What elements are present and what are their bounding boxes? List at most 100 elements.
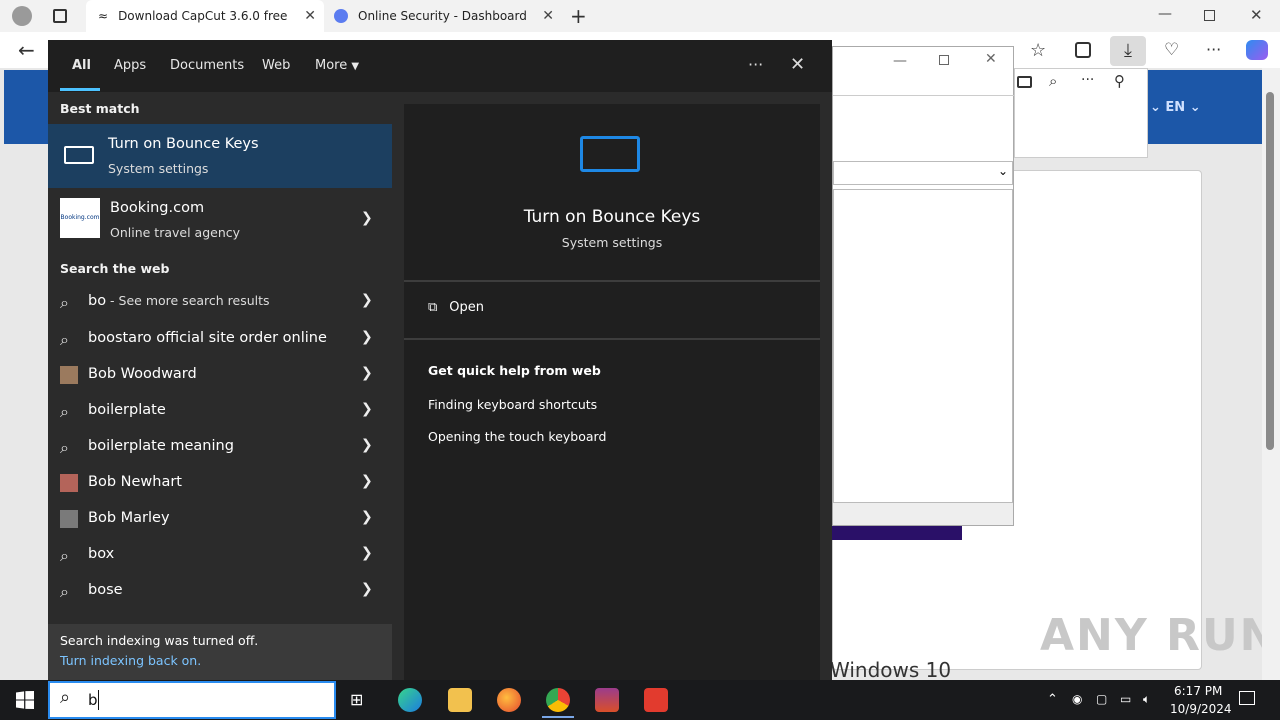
pin-icon[interactable]: ⚲ <box>1114 72 1125 90</box>
file-explorer-icon[interactable] <box>448 688 472 712</box>
chevron-right-icon[interactable]: ❯ <box>361 437 373 453</box>
web-result[interactable]: ⌕ boostaro official site order online ❯ <box>48 321 392 357</box>
winrar-icon[interactable] <box>595 688 619 712</box>
chevron-right-icon[interactable]: ❯ <box>361 473 373 489</box>
help-link[interactable]: Finding keyboard shortcuts <box>428 397 597 412</box>
result-text: boostaro official site order online <box>88 330 327 346</box>
text-area[interactable] <box>833 189 1013 503</box>
quick-help-header: Get quick help from web <box>428 363 601 378</box>
edge-icon[interactable] <box>398 688 422 712</box>
close-search-icon[interactable]: ✕ <box>790 54 805 75</box>
scrollbar-thumb[interactable] <box>1266 92 1274 450</box>
folder-icon[interactable] <box>1017 76 1032 88</box>
chevron-down-icon: ⌄ <box>997 164 1008 178</box>
close-tab-icon[interactable]: ✕ <box>304 8 316 24</box>
turn-on-indexing-link[interactable]: Turn indexing back on. <box>60 653 201 668</box>
chevron-right-icon[interactable]: ❯ <box>361 210 373 226</box>
help-link[interactable]: Opening the touch keyboard <box>428 429 606 444</box>
search-web-header: Search the web <box>60 261 170 276</box>
profile-icon[interactable] <box>12 6 32 26</box>
web-result[interactable]: Bob Woodward ❯ <box>48 357 392 393</box>
browser-tab-security[interactable]: Online Security - Dashboard ✕ <box>326 0 562 32</box>
browser-essentials-icon[interactable]: ♡ <box>1164 40 1179 60</box>
keyboard-icon <box>580 136 640 172</box>
tab-actions-icon[interactable] <box>53 9 67 23</box>
caret-down-icon: ▼ <box>351 61 360 72</box>
notifications-icon[interactable] <box>1239 691 1255 705</box>
more-options-icon[interactable]: ··· <box>748 55 763 74</box>
more-options-icon[interactable]: ··· <box>1206 40 1221 59</box>
tab-web[interactable]: Web <box>262 58 290 73</box>
maximize-icon[interactable] <box>939 55 949 65</box>
tab-more-label: More <box>315 58 348 73</box>
collections-icon[interactable] <box>1075 42 1091 58</box>
favorites-icon[interactable]: ☆ <box>1030 40 1046 61</box>
chevron-right-icon[interactable]: ❯ <box>361 581 373 597</box>
result-suffix: - See more search results <box>106 293 270 308</box>
tab-apps[interactable]: Apps <box>114 58 146 73</box>
tab-all[interactable]: All <box>72 58 91 73</box>
close-icon[interactable]: ✕ <box>985 51 997 67</box>
person-photo-icon <box>60 510 78 528</box>
close-tab-icon[interactable]: ✕ <box>542 8 554 24</box>
divider <box>404 338 820 340</box>
preview-title: Turn on Bounce Keys <box>523 207 701 227</box>
person-photo-icon <box>60 366 78 384</box>
chevron-right-icon[interactable]: ❯ <box>361 365 373 381</box>
tab-documents[interactable]: Documents <box>170 58 244 73</box>
web-result[interactable]: ⌕ box ❯ <box>48 537 392 573</box>
minimize-icon[interactable]: — <box>893 53 907 69</box>
chevron-right-icon[interactable]: ❯ <box>361 401 373 417</box>
tab-more[interactable]: More ▼ <box>315 58 359 73</box>
web-result[interactable]: ⌕ boilerplate ❯ <box>48 393 392 429</box>
web-result[interactable]: ⌕ boilerplate meaning ❯ <box>48 429 392 465</box>
clock-date[interactable]: 10/9/2024 <box>1170 702 1232 716</box>
device-tray-icon[interactable]: ▢ <box>1096 692 1107 706</box>
task-view-icon[interactable]: ⊞ <box>350 690 363 709</box>
downloads-icon[interactable]: ⤓ <box>1110 36 1146 66</box>
app-result-booking[interactable]: Booking.com Booking.com Online travel ag… <box>48 190 392 250</box>
web-result[interactable]: ⌕ bo - See more search results ❯ <box>48 284 392 320</box>
acrobat-icon[interactable] <box>644 688 668 712</box>
result-subtitle: Online travel agency <box>110 225 241 240</box>
person-photo-icon <box>60 474 78 492</box>
network-icon[interactable]: ▭ <box>1120 692 1131 706</box>
minimize-icon[interactable]: — <box>1158 6 1172 22</box>
result-title: Turn on Bounce Keys <box>108 136 259 152</box>
more-icon[interactable]: ··· <box>1081 72 1094 88</box>
active-app-indicator <box>542 716 574 718</box>
chevron-right-icon[interactable]: ❯ <box>361 509 373 525</box>
open-action[interactable]: ⧉ Open <box>428 300 484 315</box>
site-favicon: ≈ <box>98 9 109 23</box>
web-result[interactable]: Bob Marley ❯ <box>48 501 392 537</box>
chevron-right-icon[interactable]: ❯ <box>361 329 373 345</box>
firefox-icon[interactable] <box>497 688 521 712</box>
result-title: Booking.com <box>110 200 205 216</box>
new-tab-icon[interactable]: + <box>570 4 587 28</box>
best-match-result[interactable]: Turn on Bounce Keys System settings <box>48 124 392 188</box>
volume-icon[interactable]: 🔈︎ <box>1143 692 1150 707</box>
security-tray-icon[interactable]: ◉ <box>1072 692 1082 706</box>
dropdown-field[interactable]: ⌄ <box>833 161 1013 185</box>
result-text: Bob Marley <box>88 510 170 526</box>
copilot-icon[interactable] <box>1246 40 1268 60</box>
language-label: EN <box>1165 100 1186 115</box>
search-query: b <box>88 691 98 709</box>
web-result[interactable]: Bob Newhart ❯ <box>48 465 392 501</box>
search-icon: ⌕ <box>60 687 71 708</box>
chrome-icon[interactable] <box>546 688 570 712</box>
show-hidden-icons[interactable]: ⌃ <box>1047 692 1058 707</box>
clock-time[interactable]: 6:17 PM <box>1174 684 1222 698</box>
language-selector[interactable]: ⌄ EN ⌄ <box>1150 100 1201 115</box>
taskbar-search-box[interactable]: ⌕ b <box>48 681 336 719</box>
restore-icon[interactable] <box>1204 10 1215 21</box>
indexing-notice-text: Search indexing was turned off. <box>60 633 259 648</box>
web-result[interactable]: ⌕ bose ❯ <box>48 573 392 609</box>
close-window-icon[interactable]: ✕ <box>1250 6 1263 24</box>
browser-tab-capcut[interactable]: ≈ Download CapCut 3.6.0 free ✕ <box>86 0 324 32</box>
chevron-right-icon[interactable]: ❯ <box>361 292 373 308</box>
search-icon[interactable]: ⌕ <box>1049 72 1057 90</box>
back-icon[interactable]: ← <box>18 38 35 62</box>
chevron-right-icon[interactable]: ❯ <box>361 545 373 561</box>
result-text: bose <box>88 582 123 598</box>
